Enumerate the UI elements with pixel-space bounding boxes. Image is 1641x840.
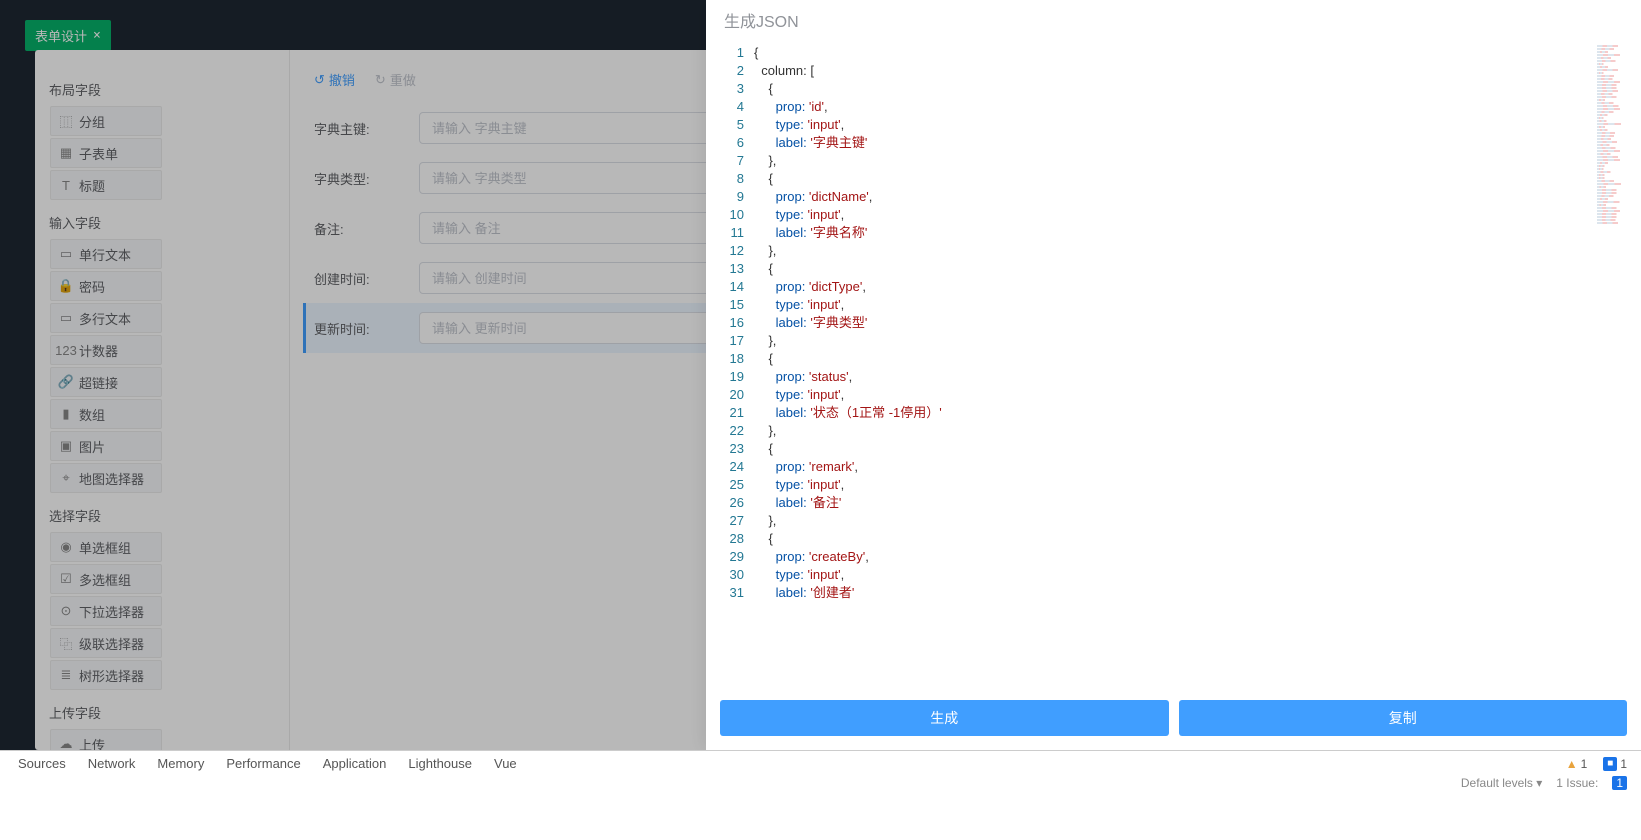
field-item[interactable]: ⿲分组 [50, 106, 162, 136]
field-label: 字典类型: [314, 169, 419, 188]
field-icon: ⊙ [59, 603, 73, 619]
field-icon: ⌖ [59, 470, 73, 486]
field-label: 单行文本 [79, 245, 131, 264]
field-label: 数组 [79, 405, 105, 424]
tab-form-design[interactable]: 表单设计 × [25, 20, 111, 51]
field-item[interactable]: ≣ 树形选择器 [50, 660, 162, 690]
field-item[interactable]: ☁ 上传 [50, 729, 162, 750]
field-item[interactable]: ⌖ 地图选择器 [50, 463, 162, 493]
field-label: 标题 [79, 176, 105, 195]
field-icon: T [59, 178, 73, 193]
field-label: 多行文本 [79, 309, 131, 328]
field-label: 级联选择器 [79, 634, 144, 653]
close-icon[interactable]: × [93, 28, 101, 43]
tab-label: 表单设计 [35, 26, 87, 45]
field-label: 多选框组 [79, 570, 131, 589]
field-label: 图片 [79, 437, 105, 456]
field-label: 单选框组 [79, 538, 131, 557]
field-label: 字典主键: [314, 119, 419, 138]
generate-button[interactable]: 生成 [720, 700, 1169, 736]
devtools-tab[interactable]: Application [323, 756, 387, 771]
undo-button[interactable]: ↺撤销 [314, 70, 355, 89]
copy-button[interactable]: 复制 [1179, 700, 1628, 736]
field-item[interactable]: 🔗 超链接 [50, 367, 162, 397]
field-label: 超链接 [79, 373, 118, 392]
devtools-tab[interactable]: Network [88, 756, 136, 771]
panel-title: 生成JSON [706, 0, 1641, 40]
minimap[interactable] [1597, 44, 1637, 224]
field-label: 子表单 [79, 144, 118, 163]
field-item[interactable]: T 标题 [50, 170, 162, 200]
section-title: 布局字段 [49, 74, 275, 105]
devtools-tab[interactable]: Vue [494, 756, 517, 771]
field-icon: ☑ [59, 571, 73, 587]
field-icon: ◉ [59, 539, 73, 555]
warning-badge[interactable]: ▲1 [1562, 757, 1592, 771]
redo-icon: ↻ [375, 72, 386, 88]
field-icon: ▭ [59, 310, 73, 326]
field-item[interactable]: ▣ 图片 [50, 431, 162, 461]
devtools-tabs: Sources Network Memory Performance Applicati… [0, 750, 1641, 776]
field-icon: ▦ [59, 145, 73, 161]
field-item[interactable]: ☑ 多选框组 [50, 564, 162, 594]
field-label: 计数器 [79, 341, 118, 360]
field-item[interactable]: ◉ 单选框组 [50, 532, 162, 562]
field-label: 更新时间: [314, 319, 419, 338]
field-label: 上传 [79, 735, 105, 751]
field-icon: 123 [59, 343, 73, 358]
field-label: 下拉选择器 [79, 602, 144, 621]
field-item[interactable]: 🔒 密码 [50, 271, 162, 301]
field-label: 密码 [79, 277, 105, 296]
field-item[interactable]: ▮ 数组 [50, 399, 162, 429]
field-icon: ⿲ [59, 112, 73, 131]
field-label: 树形选择器 [79, 666, 144, 685]
field-item[interactable]: ▭ 单行文本 [50, 239, 162, 269]
field-icon: 🔗 [59, 374, 73, 390]
section-title: 上传字段 [49, 697, 275, 728]
devtools-tab[interactable]: Lighthouse [408, 756, 472, 771]
field-item[interactable]: ▭ 多行文本 [50, 303, 162, 333]
field-icon: ▮ [59, 406, 73, 422]
field-item[interactable]: ⊙ 下拉选择器 [50, 596, 162, 626]
field-icon: 🔒 [59, 278, 73, 294]
devtools-tab[interactable]: Sources [18, 756, 66, 771]
field-item[interactable]: ⿻级联选择器 [50, 628, 162, 658]
field-icon: ☁ [59, 736, 73, 750]
field-item[interactable]: 123 计数器 [50, 335, 162, 365]
devtools-tab[interactable]: Performance [226, 756, 300, 771]
field-icon: ⿻ [59, 634, 73, 653]
section-title: 输入字段 [49, 207, 275, 238]
field-icon: ≣ [59, 667, 73, 683]
field-label: 地图选择器 [79, 469, 144, 488]
field-icon: ▣ [59, 438, 73, 454]
issue-count-badge[interactable]: 1 [1612, 776, 1627, 790]
field-item[interactable]: ▦ 子表单 [50, 138, 162, 168]
field-label: 分组 [79, 112, 105, 131]
field-label: 创建时间: [314, 269, 419, 288]
field-label: 备注: [314, 219, 419, 238]
issues-label: 1 Issue: [1556, 776, 1598, 790]
json-panel: 生成JSON 123456789101112131415161718192021… [706, 0, 1641, 750]
undo-icon: ↺ [314, 72, 325, 88]
code-editor[interactable]: 1234567891011121314151617181920212223242… [706, 40, 1641, 690]
log-levels-dropdown[interactable]: Default levels ▾ [1461, 776, 1542, 790]
redo-button[interactable]: ↻重做 [375, 70, 416, 89]
section-title: 选择字段 [49, 500, 275, 531]
field-icon: ▭ [59, 246, 73, 262]
error-badge[interactable]: ■1 [1599, 757, 1631, 771]
field-sidebar: 布局字段⿲分组▦子表单T标题输入字段▭单行文本🔒密码▭多行文本123计数器🔗超链… [35, 50, 290, 750]
devtools-tab[interactable]: Memory [157, 756, 204, 771]
